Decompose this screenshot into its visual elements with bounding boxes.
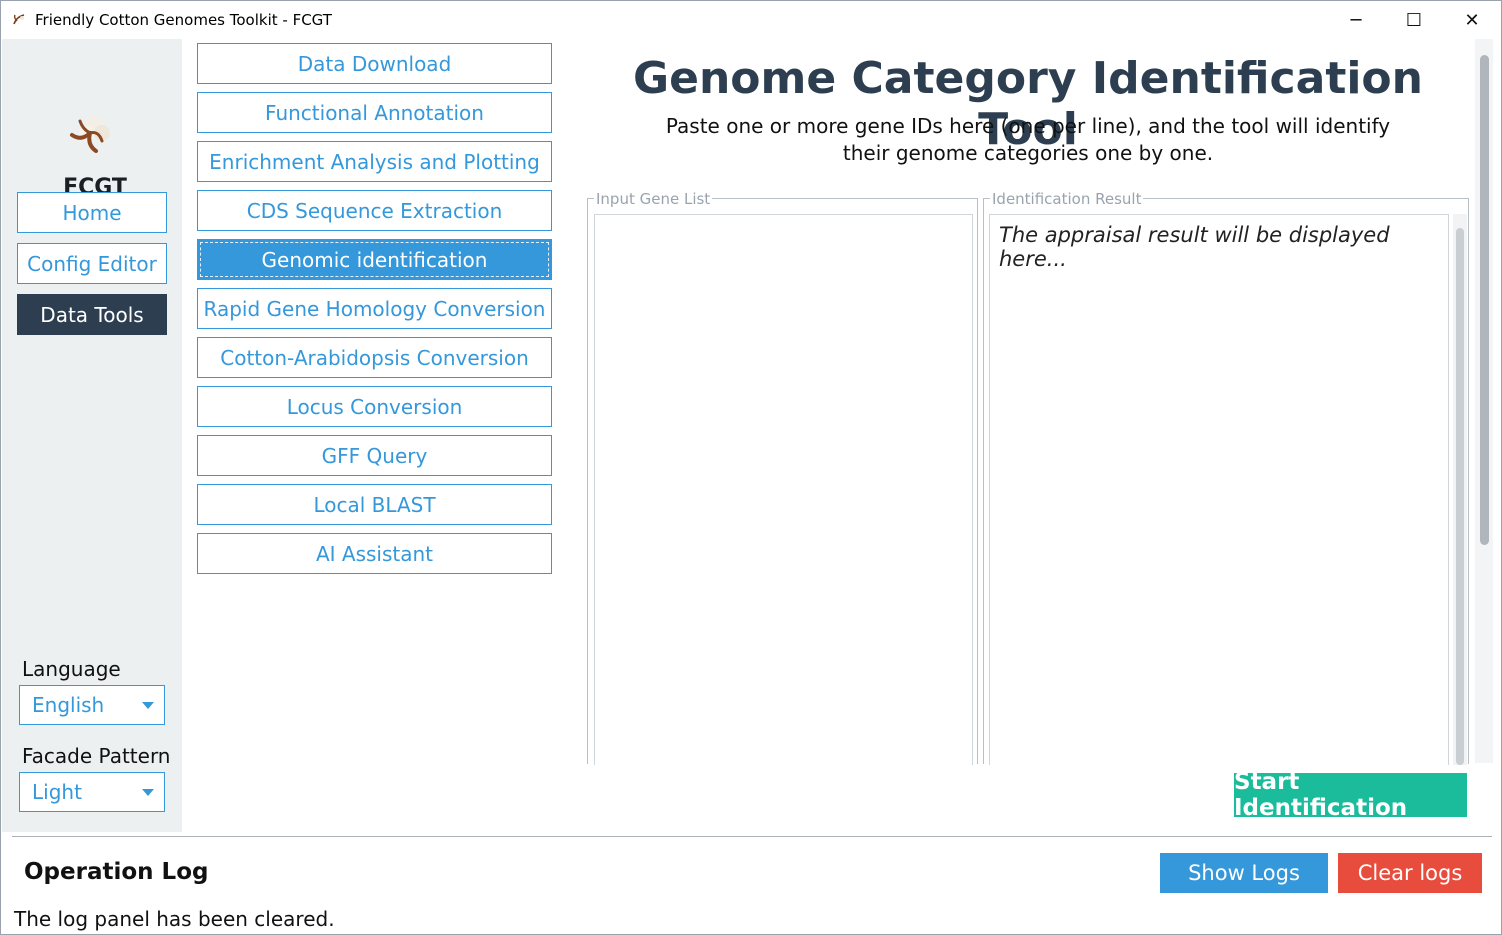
facade-pattern-select-value: Light: [32, 780, 82, 804]
description-line-1: Paste one or more gene IDs here (one per…: [665, 114, 1391, 138]
identification-result-title: Identification Result: [990, 190, 1144, 208]
chevron-down-icon: [142, 702, 154, 709]
tool-gff-query-button[interactable]: GFF Query: [197, 435, 552, 476]
nav-data-tools-button[interactable]: Data Tools: [17, 294, 167, 335]
facade-pattern-label: Facade Pattern: [22, 744, 171, 768]
nav-home-button[interactable]: Home: [17, 192, 167, 233]
maximize-button[interactable]: ☐: [1385, 1, 1443, 39]
result-scrollbar[interactable]: [1453, 214, 1467, 765]
clear-logs-button[interactable]: Clear logs: [1338, 853, 1482, 893]
tool-functional-annotation-button[interactable]: Functional Annotation: [197, 92, 552, 133]
tool-homology-conversion-button[interactable]: Rapid Gene Homology Conversion: [197, 288, 552, 329]
cotton-logo-icon: [13, 14, 25, 25]
input-gene-list-title: Input Gene List: [594, 190, 713, 208]
identification-result-group: Identification Result The appraisal resu…: [983, 190, 1469, 765]
tool-data-download-button[interactable]: Data Download: [197, 43, 552, 84]
result-scrollbar-thumb[interactable]: [1456, 228, 1464, 765]
tool-locus-conversion-button[interactable]: Locus Conversion: [197, 386, 552, 427]
result-placeholder: The appraisal result will be displayed h…: [999, 223, 1390, 271]
language-select[interactable]: English: [19, 685, 165, 725]
start-identification-button[interactable]: Start Identification: [1234, 769, 1467, 821]
close-button[interactable]: ✕: [1443, 1, 1501, 39]
chevron-down-icon: [142, 789, 154, 796]
facade-pattern-select[interactable]: Light: [19, 772, 165, 812]
page-scrollbar-thumb[interactable]: [1480, 55, 1489, 545]
show-logs-button[interactable]: Show Logs: [1160, 853, 1328, 893]
operation-log-title: Operation Log: [24, 859, 209, 885]
nav-config-editor-button[interactable]: Config Editor: [17, 243, 167, 284]
result-textbox[interactable]: The appraisal result will be displayed h…: [989, 214, 1449, 765]
gene-id-input[interactable]: [594, 214, 973, 765]
window-title: Friendly Cotton Genomes Toolkit - FCGT: [35, 11, 332, 29]
description-line-2: their genome categories one by one.: [842, 141, 1214, 165]
cotton-logo-icon: [70, 116, 110, 153]
app-window: Friendly Cotton Genomes Toolkit - FCGT ─…: [0, 0, 1502, 935]
tool-cds-extraction-button[interactable]: CDS Sequence Extraction: [197, 190, 552, 231]
page-description: Paste one or more gene IDs here (one per…: [587, 113, 1469, 167]
input-gene-list-group: Input Gene List: [587, 190, 978, 765]
tool-genomic-identification-button[interactable]: Genomic identification: [197, 239, 552, 280]
log-divider: [12, 836, 1492, 837]
tool-local-blast-button[interactable]: Local BLAST: [197, 484, 552, 525]
log-message: The log panel has been cleared.: [14, 907, 335, 931]
language-label: Language: [22, 657, 121, 681]
title-bar: Friendly Cotton Genomes Toolkit - FCGT ─…: [1, 1, 1501, 39]
sidebar: FCGT Home Config Editor Data Tools Langu…: [2, 39, 182, 832]
tool-arabidopsis-conversion-button[interactable]: Cotton-Arabidopsis Conversion: [197, 337, 552, 378]
tool-enrichment-analysis-button[interactable]: Enrichment Analysis and Plotting: [197, 141, 552, 182]
minimize-button[interactable]: ─: [1327, 1, 1385, 39]
page-scrollbar[interactable]: [1475, 39, 1493, 763]
language-select-value: English: [32, 693, 105, 717]
tool-ai-assistant-button[interactable]: AI Assistant: [197, 533, 552, 574]
